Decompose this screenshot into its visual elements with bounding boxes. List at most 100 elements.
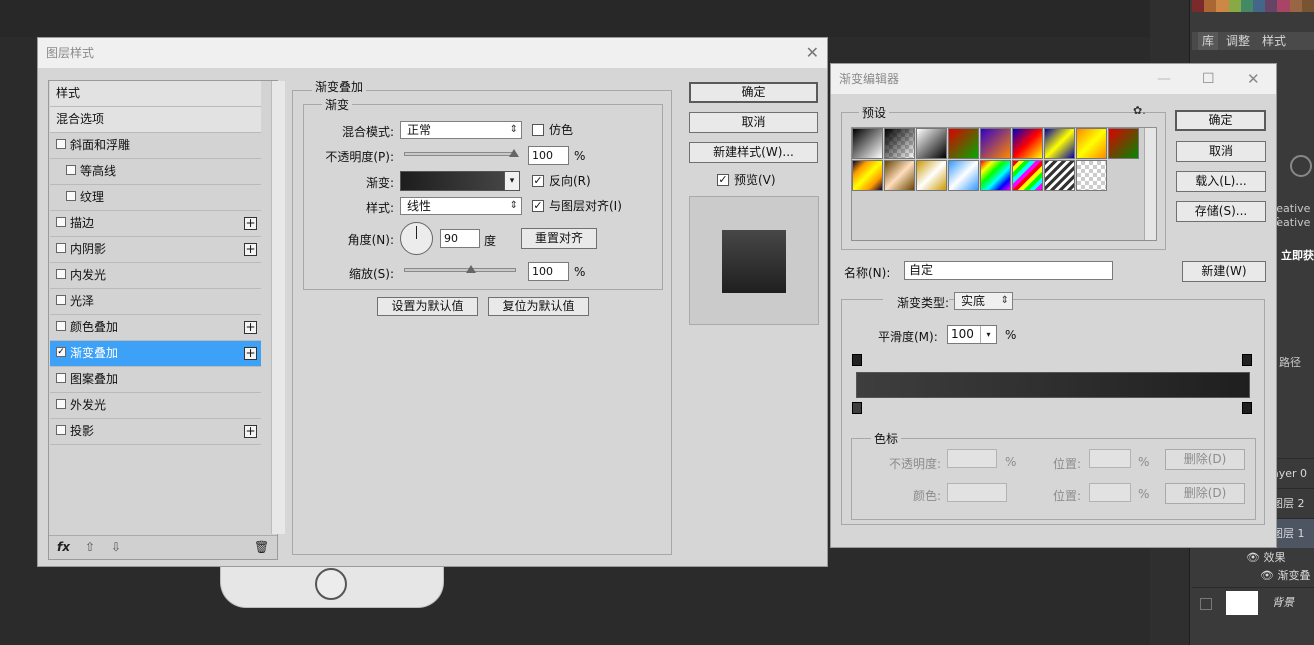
checkbox[interactable]: [66, 190, 76, 201]
gradient-swatch[interactable]: [400, 171, 520, 191]
new-style-button[interactable]: 新建样式(W)...: [689, 142, 818, 163]
style-item-stroke[interactable]: 描边 +: [50, 211, 261, 237]
style-item-drop-shadow[interactable]: 投影 +: [50, 419, 261, 445]
preset-swatch[interactable]: [1044, 160, 1075, 191]
eye-icon[interactable]: 👁: [1246, 551, 1260, 564]
checkbox[interactable]: [56, 268, 66, 279]
minimize-icon[interactable]: —: [1157, 64, 1171, 94]
close-icon[interactable]: ✕: [1247, 64, 1260, 94]
checkbox[interactable]: [56, 216, 66, 227]
style-item-inner-shadow[interactable]: 内阴影 +: [50, 237, 261, 263]
load-button[interactable]: 载入(L)...: [1176, 171, 1266, 192]
chevron-down-icon[interactable]: ▾: [980, 326, 996, 343]
checkbox[interactable]: ✓: [56, 346, 66, 357]
cancel-button[interactable]: 取消: [689, 112, 818, 133]
checkbox-box[interactable]: ✓: [532, 199, 544, 212]
tab-styles[interactable]: 样式: [1258, 32, 1290, 50]
checkbox[interactable]: [56, 138, 66, 149]
reset-default-button[interactable]: 复位为默认值: [488, 297, 589, 316]
move-down-icon[interactable]: ⇩: [111, 540, 121, 554]
checkbox-box[interactable]: [532, 123, 544, 136]
reverse-checkbox[interactable]: ✓ 反向(R): [532, 172, 591, 189]
preset-swatch[interactable]: [948, 160, 979, 191]
eye-icon[interactable]: 👁: [1260, 569, 1274, 582]
preset-swatch[interactable]: [884, 160, 915, 191]
layer-row[interactable]: 背景: [1192, 587, 1314, 619]
preset-swatch[interactable]: [948, 128, 979, 159]
opacity-stop-right[interactable]: [1242, 354, 1252, 366]
gradient-bar[interactable]: [856, 372, 1250, 398]
effects-row[interactable]: 👁 效果: [1192, 548, 1314, 568]
effect-row[interactable]: 👁 渐变叠: [1192, 566, 1314, 586]
preset-scrollbar[interactable]: [1144, 128, 1156, 240]
style-item-inner-glow[interactable]: 内发光: [50, 263, 261, 289]
ok-button[interactable]: 确定: [1175, 110, 1266, 131]
style-item-gradient-overlay[interactable]: ✓ 渐变叠加 +: [50, 341, 261, 367]
scale-slider[interactable]: [404, 268, 516, 272]
style-item-pattern-overlay[interactable]: 图案叠加: [50, 367, 261, 393]
checkbox-box[interactable]: ✓: [717, 173, 729, 186]
preset-swatch[interactable]: [1076, 128, 1107, 159]
preset-swatch[interactable]: [980, 128, 1011, 159]
checkbox[interactable]: [56, 398, 66, 409]
style-item-outer-glow[interactable]: 外发光: [50, 393, 261, 419]
chevron-down-icon[interactable]: ▾: [504, 171, 520, 191]
checkbox[interactable]: [56, 320, 66, 331]
reset-align-button[interactable]: 重置对齐: [521, 228, 597, 249]
style-item-texture[interactable]: 纹理: [50, 185, 261, 211]
checkbox[interactable]: [56, 372, 66, 383]
align-with-layer-checkbox[interactable]: ✓ 与图层对齐(I): [532, 197, 622, 214]
maximize-icon[interactable]: ☐: [1202, 64, 1215, 94]
cancel-button[interactable]: 取消: [1176, 141, 1266, 162]
scale-slider-thumb[interactable]: [466, 265, 476, 273]
checkbox[interactable]: [56, 424, 66, 435]
blend-mode-select[interactable]: 正常: [400, 121, 522, 139]
preset-swatch[interactable]: [980, 160, 1011, 191]
preset-swatch[interactable]: [916, 160, 947, 191]
name-input[interactable]: 自定: [904, 261, 1113, 280]
color-stop-right[interactable]: [1242, 402, 1252, 414]
dock-text-upgrade[interactable]: 立即获: [1281, 247, 1314, 263]
style-select[interactable]: 线性: [400, 197, 522, 215]
close-icon[interactable]: ✕: [806, 38, 819, 68]
color-stop-left[interactable]: [852, 402, 862, 414]
preset-swatch[interactable]: [1108, 128, 1139, 159]
angle-input[interactable]: 90: [440, 229, 480, 248]
preset-swatch[interactable]: [1012, 160, 1043, 191]
checkbox-box[interactable]: ✓: [532, 174, 544, 187]
opacity-slider-thumb[interactable]: [509, 149, 519, 157]
preset-swatch[interactable]: [1076, 160, 1107, 191]
style-item-bevel-emboss[interactable]: 斜面和浮雕: [50, 133, 261, 159]
preset-swatch[interactable]: [852, 160, 883, 191]
opacity-slider[interactable]: [404, 152, 516, 156]
preset-swatch[interactable]: [1012, 128, 1043, 159]
tab-library[interactable]: 库: [1198, 32, 1219, 50]
gear-icon[interactable]: ✿.: [1133, 104, 1146, 117]
add-icon[interactable]: +: [244, 425, 257, 438]
visibility-box[interactable]: [1200, 598, 1212, 610]
tab-adjustments[interactable]: 调整: [1222, 32, 1254, 50]
checkbox[interactable]: [56, 242, 66, 253]
add-icon[interactable]: +: [244, 321, 257, 334]
add-icon[interactable]: +: [244, 347, 257, 360]
tab-paths[interactable]: 路径: [1279, 354, 1301, 370]
add-icon[interactable]: +: [244, 243, 257, 256]
dither-checkbox[interactable]: 仿色: [532, 121, 573, 138]
set-default-button[interactable]: 设置为默认值: [377, 297, 478, 316]
ok-button[interactable]: 确定: [689, 82, 818, 103]
list-scrollbar[interactable]: [271, 81, 285, 534]
style-item-color-overlay[interactable]: 颜色叠加 +: [50, 315, 261, 341]
trash-icon[interactable]: 🗑: [254, 540, 269, 554]
opacity-stop-left[interactable]: [852, 354, 862, 366]
style-item-blending-options[interactable]: 混合选项: [50, 107, 261, 133]
scale-input[interactable]: 100: [528, 262, 569, 281]
opacity-input[interactable]: 100: [528, 146, 569, 165]
style-item-contour[interactable]: 等高线: [50, 159, 261, 185]
new-button[interactable]: 新建(W): [1182, 261, 1266, 282]
add-icon[interactable]: +: [244, 217, 257, 230]
fx-icon[interactable]: fx: [57, 540, 70, 554]
checkbox[interactable]: [56, 294, 66, 305]
preset-swatch[interactable]: [1044, 128, 1075, 159]
angle-dial[interactable]: [400, 222, 433, 255]
type-select[interactable]: 实底: [954, 292, 1013, 310]
